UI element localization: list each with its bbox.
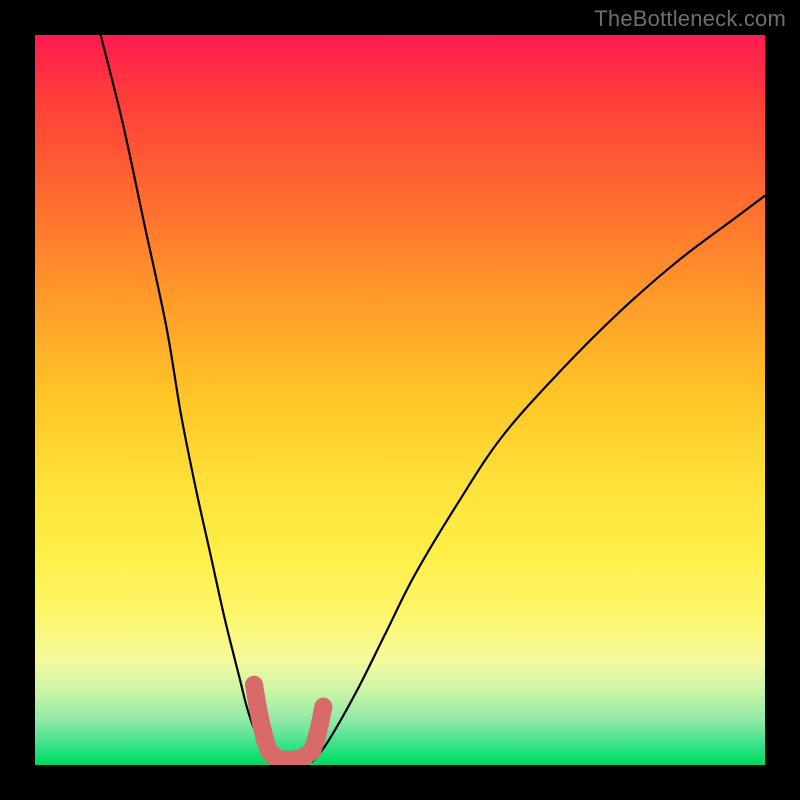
watermark-text: TheBottleneck.com	[594, 6, 786, 32]
valley-marker-path	[254, 685, 323, 760]
curves-svg	[35, 35, 765, 765]
left-curve-path	[101, 35, 276, 761]
plot-area	[35, 35, 765, 765]
chart-frame: TheBottleneck.com	[0, 0, 800, 800]
right-curve-path	[312, 196, 765, 762]
